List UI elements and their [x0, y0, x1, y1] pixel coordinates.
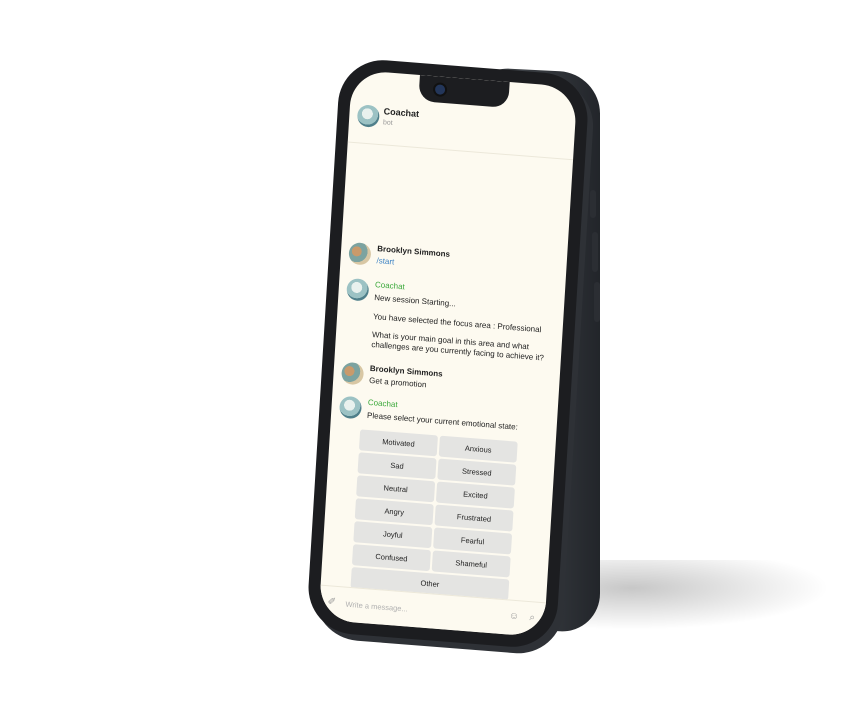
message-sender: Coachat [367, 397, 398, 410]
chat-screen: Coachat bot Brooklyn Simmons /start Coac… [318, 69, 578, 638]
user-avatar [340, 361, 365, 386]
bot-avatar [338, 395, 363, 420]
attach-icon[interactable]: ✐ [327, 596, 336, 608]
message-command-link[interactable]: /start [376, 256, 394, 267]
microphone-icon[interactable]: ⌕ [529, 612, 535, 623]
side-button [592, 232, 598, 272]
message-sender: Coachat [374, 280, 406, 292]
bot-avatar [356, 104, 380, 128]
message-text: Please select your current emotional sta… [366, 410, 519, 432]
chat-subtitle: bot [382, 119, 393, 127]
side-button [590, 190, 596, 218]
user-avatar [348, 241, 372, 266]
phone-frame: Coachat bot Brooklyn Simmons /start Coac… [305, 56, 591, 651]
emoji-icon[interactable]: ☺ [509, 611, 520, 623]
emotion-keyboard: Motivated Anxious Sad Stressed Neutral E… [350, 429, 518, 602]
bot-avatar [346, 277, 370, 302]
side-button [594, 282, 600, 322]
message-input[interactable]: Write a message... [345, 600, 408, 614]
message-composer: ✐ Write a message... ☺ ⌕ [318, 584, 546, 638]
message-text: Get a promotion [368, 375, 427, 390]
camera-icon [432, 82, 448, 98]
message-text: New session Starting... [374, 293, 457, 309]
chat-title: Coachat [383, 106, 420, 120]
chat-header[interactable]: Coachat bot [347, 97, 576, 161]
